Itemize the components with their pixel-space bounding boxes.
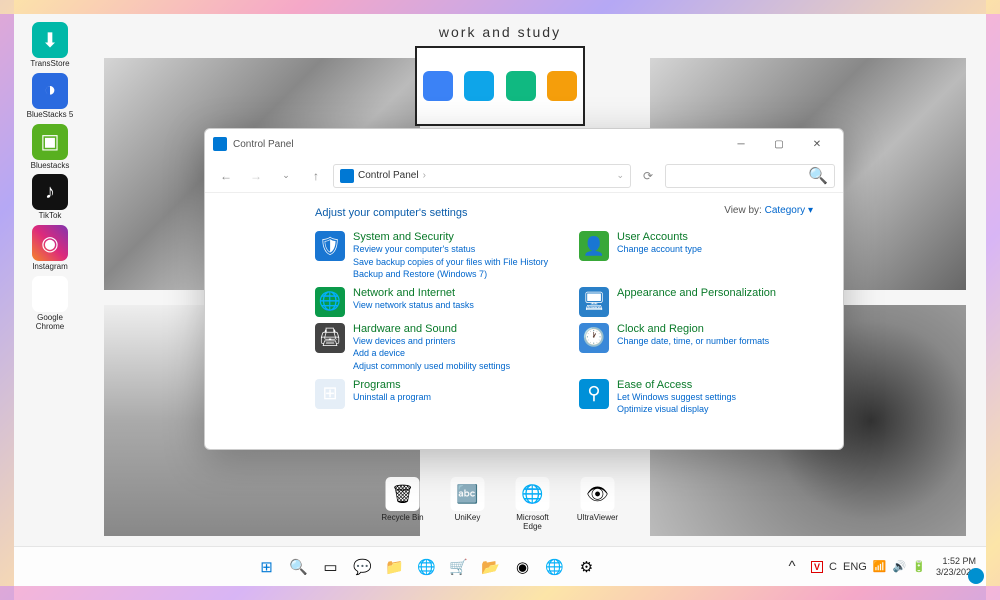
taskbar: ⊞🔍▭💬📁🌐🛒📂◉🌐⚙ ^ V C ENG 📶 🔊 🔋 1:52 PM 3/23… [14,546,986,586]
taskbar-app-icon[interactable]: 📂 [478,554,504,580]
address-bar[interactable]: Control Panel › ⌄ [333,164,631,188]
taskbar-app-icon[interactable]: ◉ [510,554,536,580]
category-icon: ⊞ [315,379,345,409]
taskbar-app-icon[interactable]: 💬 [350,554,376,580]
category-link[interactable]: Let Windows suggest settings [617,391,813,404]
category-icon: 🖥 [579,287,609,317]
category-heading[interactable]: Clock and Region [617,323,813,335]
category-heading[interactable]: Network and Internet [353,287,549,299]
category-heading[interactable]: User Accounts [617,231,813,243]
taskbar-app-icon[interactable]: ▭ [318,554,344,580]
category-link[interactable]: Optimize visual display [617,403,813,416]
category-link[interactable]: Review your computer's status [353,243,549,256]
tray-c-icon[interactable]: C [829,561,837,573]
desktop-icon[interactable]: ◉Google Chrome [22,276,78,332]
forward-button[interactable]: → [243,163,269,189]
category-icon: 🕐 [579,323,609,353]
category-link[interactable]: View devices and printers [353,335,549,348]
category-icon: 🛡 [315,231,345,261]
category-icon: ⚲ [579,379,609,409]
volume-icon[interactable]: 🔊 [893,560,907,573]
titlebar[interactable]: Control Panel ─ ▢ ✕ [205,129,843,159]
control-panel-icon [213,137,227,151]
category-link[interactable]: View network status and tasks [353,299,549,312]
search-input[interactable]: 🔍 [665,164,835,188]
control-panel-icon [340,169,354,183]
desktop-icon[interactable]: ♪TikTok [22,174,78,221]
back-button[interactable]: ← [213,163,239,189]
refresh-button[interactable]: ⟳ [635,163,661,189]
desktop-icon[interactable]: 🗑Recycle Bin [378,477,428,531]
breadcrumb[interactable]: Control Panel [358,170,419,181]
wifi-icon[interactable]: 📶 [873,560,887,573]
control-panel-window: Control Panel ─ ▢ ✕ ← → ⌄ ↑ Control Pane… [204,128,844,450]
category-icon: 🖨 [315,323,345,353]
taskbar-app-icon[interactable]: 🌐 [542,554,568,580]
recent-button[interactable]: ⌄ [273,163,299,189]
category-link[interactable]: Uninstall a program [353,391,549,404]
search-icon: 🔍 [808,166,828,186]
view-by: View by: Category ▾ [724,205,813,216]
minimize-button[interactable]: ─ [723,132,759,156]
category-heading[interactable]: Hardware and Sound [353,323,549,335]
category-heading[interactable]: Ease of Access [617,379,813,391]
taskbar-app-icon[interactable]: 🛒 [446,554,472,580]
taskbar-app-icon[interactable]: ⚙ [574,554,600,580]
wallpaper-app-row [415,46,585,126]
maximize-button[interactable]: ▢ [761,132,797,156]
desktop-icon[interactable]: 🔤UniKey [443,477,493,531]
category-link[interactable]: Change account type [617,243,813,256]
wallpaper-title: work and study [439,24,561,40]
category-item: 🕐 Clock and Region Change date, time, or… [579,323,813,373]
category-heading[interactable]: Programs [353,379,549,391]
category-icon: 👤 [579,231,609,261]
category-item: 🌐 Network and Internet View network stat… [315,287,549,317]
desktop-icon[interactable]: 👁UltraViewer [573,477,623,531]
category-item: ⚲ Ease of Access Let Windows suggest set… [579,379,813,416]
start-button[interactable]: ⊞ [254,554,280,580]
category-item: ⊞ Programs Uninstall a program [315,379,549,416]
desktop-icon[interactable]: ⬇TransStore [22,22,78,69]
category-heading[interactable]: System and Security [353,231,549,243]
taskbar-app-icon[interactable]: 🔍 [286,554,312,580]
desktop-icon[interactable]: ◑BlueStacks 5 [22,73,78,120]
category-link[interactable]: Backup and Restore (Windows 7) [353,268,549,281]
language-indicator[interactable]: ENG [843,561,867,573]
category-heading[interactable]: Appearance and Personalization [617,287,813,299]
category-link[interactable]: Adjust commonly used mobility settings [353,360,549,373]
category-icon: 🌐 [315,287,345,317]
desktop-icon[interactable]: ▣Bluestacks [22,124,78,171]
up-button[interactable]: ↑ [303,163,329,189]
tray-expand-icon[interactable]: ^ [779,554,805,580]
view-by-dropdown[interactable]: Category ▾ [765,205,813,216]
category-link[interactable]: Change date, time, or number formats [617,335,813,348]
desktop-icon[interactable]: ◉Instagram [22,225,78,272]
taskbar-app-icon[interactable]: 🌐 [414,554,440,580]
close-button[interactable]: ✕ [799,132,835,156]
category-item: 👤 User Accounts Change account type [579,231,813,281]
category-item: 🛡 System and Security Review your comput… [315,231,549,281]
category-item: 🖥 Appearance and Personalization [579,287,813,317]
battery-icon[interactable]: 🔋 [912,560,926,573]
desktop-icon[interactable]: 🌐Microsoft Edge [508,477,558,531]
tray-v-icon[interactable]: V [811,561,823,573]
category-link[interactable]: Save backup copies of your files with Fi… [353,256,549,269]
category-link[interactable]: Add a device [353,347,549,360]
window-title: Control Panel [233,139,294,150]
taskbar-app-icon[interactable]: 📁 [382,554,408,580]
category-item: 🖨 Hardware and Sound View devices and pr… [315,323,549,373]
info-badge[interactable] [968,568,984,584]
